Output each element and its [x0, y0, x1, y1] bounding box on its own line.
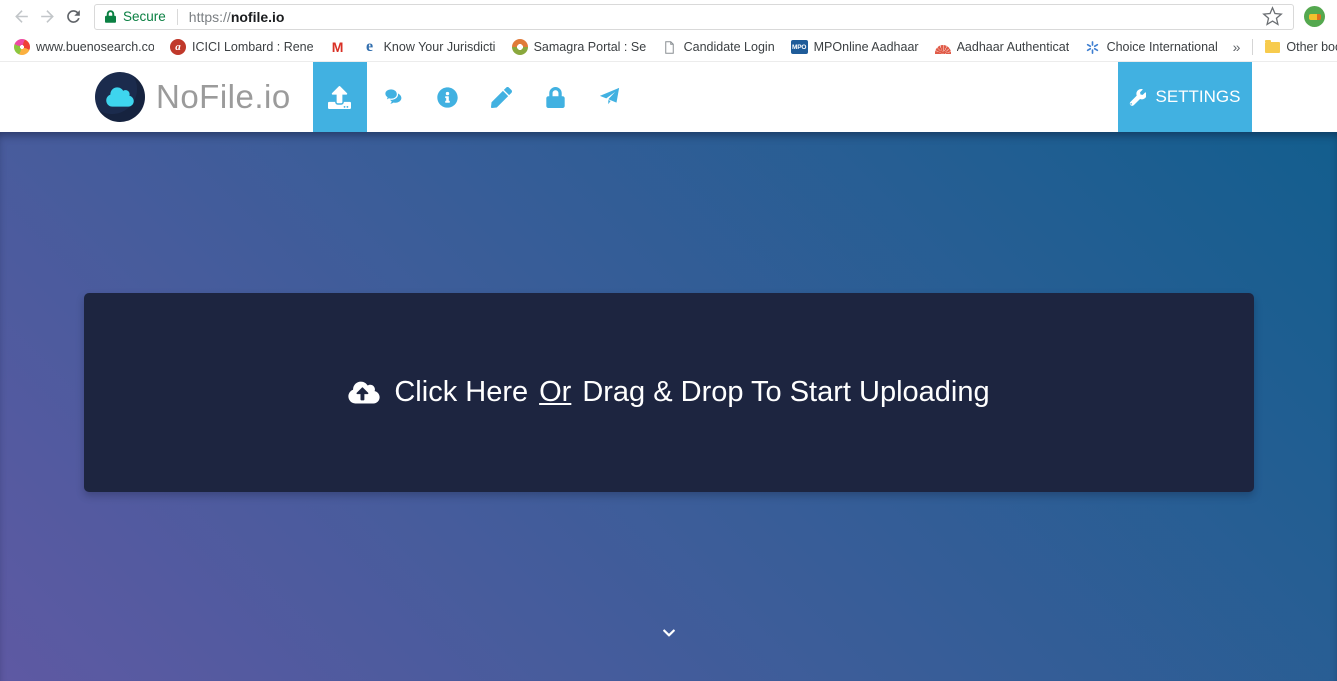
nav-privacy[interactable]: [529, 62, 583, 132]
info-icon: [437, 86, 458, 108]
cloud-upload-icon: [348, 381, 380, 404]
extension-icon[interactable]: [1304, 6, 1325, 27]
url-scheme: https://: [188, 8, 231, 25]
header-spacer: [637, 62, 1118, 132]
bookmark-candidate-login[interactable]: Candidate Login: [654, 35, 783, 59]
brand-name: NoFile.io: [156, 78, 291, 115]
refresh-icon: [66, 10, 80, 23]
security-label: Secure: [123, 9, 166, 24]
address-bar[interactable]: Secure https://nofile.io: [94, 3, 1294, 30]
bookmarks-overflow-chevron[interactable]: »: [1225, 39, 1249, 55]
bookmarks-divider: [1252, 39, 1254, 55]
prompt-click-here: Click Here: [394, 376, 529, 408]
bookmark-label: Samagra Portal : Sea: [533, 40, 646, 54]
mponline-favicon: MPO: [790, 40, 808, 54]
nav-upload[interactable]: [312, 62, 367, 132]
upload-dropzone[interactable]: Click Here Or Drag & Drop To Start Uploa…: [83, 293, 1254, 492]
pinwheel-favicon: [14, 39, 30, 55]
folder-icon: [1265, 39, 1281, 53]
comments-icon: [383, 87, 402, 104]
bookmark-star-icon[interactable]: [1262, 6, 1283, 27]
forward-button[interactable]: [34, 4, 60, 30]
bookmarks-bar: www.buenosearch.co a ICICI Lombard : Ren…: [0, 33, 1337, 62]
site-header: NoFile.io SETTINGS: [0, 62, 1337, 132]
gmail-favicon: M: [331, 39, 344, 55]
nav-share[interactable]: [583, 62, 637, 132]
bookmark-label: www.buenosearch.co: [36, 40, 154, 54]
url-host: nofile.io: [230, 8, 285, 25]
bookmark-mponline[interactable]: MPO MPOnline Aadhaar: [783, 35, 927, 59]
bookmark-label: Know Your Jurisdictio: [383, 40, 496, 54]
cloud-icon: [106, 87, 134, 107]
page-favicon: [662, 39, 678, 55]
nav-comments[interactable]: [367, 62, 421, 132]
refresh-button[interactable]: [60, 4, 86, 30]
bookmark-icici[interactable]: a ICICI Lombard : Rene: [162, 35, 322, 59]
chevron-down-icon: [662, 629, 675, 637]
icici-favicon: a: [170, 39, 186, 55]
other-bookmarks-button[interactable]: Other bookmarks: [1257, 35, 1337, 59]
lock-icon: [546, 86, 565, 108]
bookmark-gmail[interactable]: M: [322, 35, 354, 59]
upload-prompt: Click Here Or Drag & Drop To Start Uploa…: [347, 376, 990, 409]
scroll-down-button[interactable]: [661, 626, 677, 645]
settings-label: SETTINGS: [1155, 87, 1241, 106]
prompt-rest: Drag & Drop To Start Uploading: [582, 376, 990, 408]
settings-button[interactable]: SETTINGS: [1118, 62, 1252, 132]
nav-edit[interactable]: [475, 62, 529, 132]
url-text: https://nofile.io: [189, 9, 285, 25]
asterisk-favicon: [1085, 39, 1101, 55]
other-bookmarks-label: Other bookmarks: [1286, 40, 1337, 54]
site-logo[interactable]: NoFile.io: [95, 62, 291, 132]
nav-info[interactable]: [421, 62, 475, 132]
paper-plane-icon: [600, 87, 620, 104]
aadhaar-favicon: [934, 39, 951, 55]
bookmark-jurisdiction[interactable]: e Know Your Jurisdictio: [354, 35, 504, 59]
samagra-favicon: [511, 39, 528, 55]
bookmark-label: ICICI Lombard : Rene: [192, 40, 314, 54]
bookmark-label: Candidate Login: [683, 40, 775, 54]
hero-gradient: Click Here Or Drag & Drop To Start Uploa…: [0, 132, 1337, 681]
forward-icon: [40, 10, 54, 23]
logo-badge: [95, 72, 145, 122]
back-button[interactable]: [8, 4, 34, 30]
bookmark-samagra[interactable]: Samagra Portal : Sea: [504, 35, 654, 59]
e-favicon: e: [366, 38, 374, 55]
bookmark-label: MPOnline Aadhaar: [813, 40, 919, 54]
bookmark-label: Aadhaar Authenticat: [956, 40, 1069, 54]
bookmark-label: Choice International: [1106, 40, 1217, 54]
back-icon: [14, 10, 28, 23]
header-nav: [312, 62, 637, 132]
pencil-icon: [491, 86, 513, 108]
secure-lock-icon: [105, 10, 116, 23]
prompt-or: Or: [539, 376, 572, 408]
wrench-icon: [1130, 88, 1147, 106]
extension-glyph: [1308, 13, 1321, 20]
bookmark-buenosearch[interactable]: www.buenosearch.co: [6, 35, 162, 59]
upload-icon: [328, 85, 352, 109]
browser-toolbar: Secure https://nofile.io: [0, 0, 1337, 33]
omnibox-divider: [176, 8, 178, 25]
bookmark-aadhaar[interactable]: Aadhaar Authenticat: [927, 35, 1077, 59]
bookmark-choice[interactable]: Choice International: [1077, 35, 1225, 59]
